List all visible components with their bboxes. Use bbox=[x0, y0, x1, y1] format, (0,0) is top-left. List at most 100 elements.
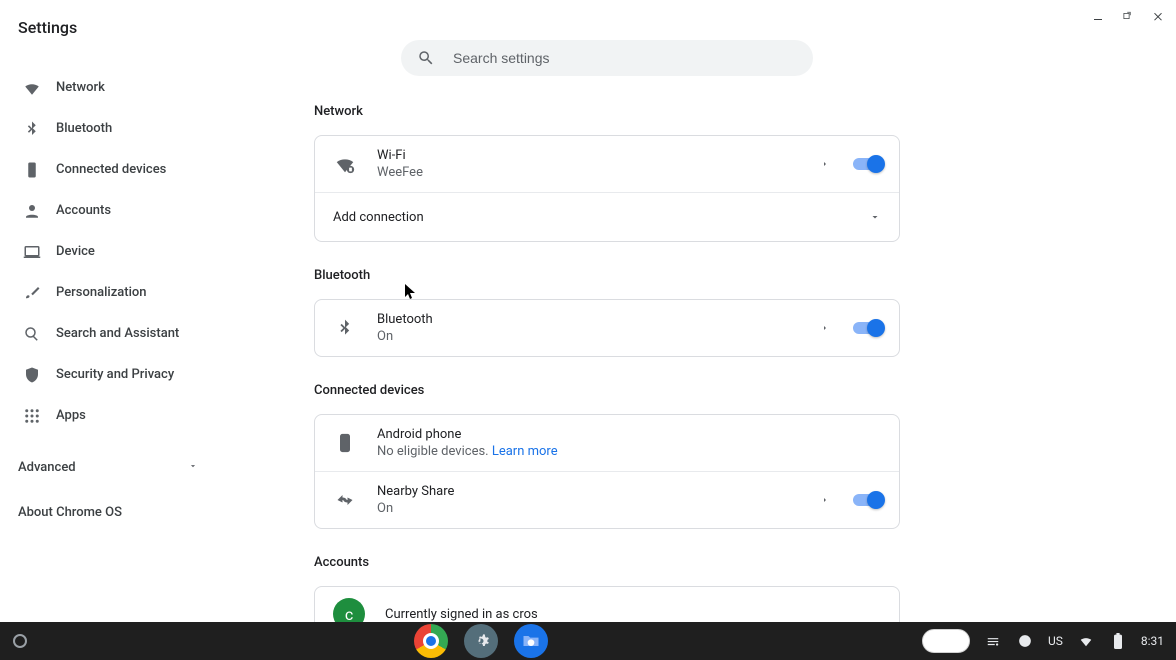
network-section: Network Wi-Fi WeeFee Add connection bbox=[314, 104, 900, 242]
connected-devices-card: Android phone No eligible devices. Learn… bbox=[314, 414, 900, 529]
launcher-button[interactable] bbox=[0, 634, 40, 648]
wifi-icon bbox=[22, 78, 42, 98]
search-icon bbox=[22, 324, 42, 344]
chevron-right-icon bbox=[821, 494, 829, 506]
advanced-label: Advanced bbox=[18, 460, 76, 475]
minimize-icon bbox=[1092, 10, 1104, 22]
sidebar-item-device[interactable]: Device bbox=[18, 231, 260, 272]
sidebar-item-label: Bluetooth bbox=[56, 121, 112, 136]
sidebar-item-personalization[interactable]: Personalization bbox=[18, 272, 260, 313]
wifi-row[interactable]: Wi-Fi WeeFee bbox=[315, 136, 899, 192]
sidebar-item-search-assistant[interactable]: Search and Assistant bbox=[18, 313, 260, 354]
nearby-share-status: On bbox=[377, 501, 821, 516]
sidebar-item-connected-devices[interactable]: Connected devices bbox=[18, 149, 260, 190]
ime-indicator[interactable]: US bbox=[1048, 634, 1063, 648]
page-title: Settings bbox=[18, 18, 260, 37]
sidebar-item-about[interactable]: About Chrome OS bbox=[18, 505, 260, 520]
bluetooth-section: Bluetooth Bluetooth On bbox=[314, 268, 900, 357]
maximize-icon bbox=[1122, 10, 1134, 22]
nearby-share-toggle[interactable] bbox=[853, 494, 881, 506]
connected-devices-section: Connected devices Android phone No eligi… bbox=[314, 383, 900, 529]
chevron-right-icon bbox=[821, 322, 829, 334]
bluetooth-row[interactable]: Bluetooth On bbox=[315, 300, 899, 356]
chevron-down-icon bbox=[188, 460, 198, 475]
shelf: US 8:31 bbox=[0, 622, 1176, 660]
bluetooth-label: Bluetooth bbox=[377, 312, 821, 327]
maximize-button[interactable] bbox=[1120, 8, 1136, 24]
bluetooth-status: On bbox=[377, 329, 821, 344]
chevron-down-icon bbox=[869, 208, 881, 227]
gear-icon bbox=[471, 631, 491, 651]
current-account-row[interactable]: c Currently signed in as cros bbox=[315, 587, 899, 622]
status-area[interactable]: US 8:31 bbox=[922, 629, 1176, 653]
nearby-share-label: Nearby Share bbox=[377, 484, 821, 499]
add-connection-row[interactable]: Add connection bbox=[315, 193, 899, 241]
sidebar-item-accounts[interactable]: Accounts bbox=[18, 190, 260, 231]
nav-list: Network Bluetooth Connected devices Acco… bbox=[18, 67, 260, 436]
android-phone-label: Android phone bbox=[377, 427, 881, 442]
main-content: Network Wi-Fi WeeFee Add connection bbox=[314, 38, 900, 622]
close-icon bbox=[1152, 10, 1164, 22]
bluetooth-icon bbox=[333, 316, 357, 340]
learn-more-link[interactable]: Learn more bbox=[492, 444, 558, 459]
sidebar-item-label: Connected devices bbox=[56, 162, 166, 177]
sidebar-item-label: Network bbox=[56, 80, 105, 95]
device-icon bbox=[22, 160, 42, 180]
add-connection-label: Add connection bbox=[333, 210, 869, 225]
status-pill[interactable] bbox=[922, 629, 970, 653]
sidebar-item-label: Search and Assistant bbox=[56, 326, 179, 341]
sidebar-item-label: Apps bbox=[56, 408, 86, 423]
minimize-button[interactable] bbox=[1090, 8, 1106, 24]
accounts-card: c Currently signed in as cros bbox=[314, 586, 900, 622]
apps-icon bbox=[22, 406, 42, 426]
sidebar-item-apps[interactable]: Apps bbox=[18, 395, 260, 436]
sidebar-item-network[interactable]: Network bbox=[18, 67, 260, 108]
sidebar-item-advanced[interactable]: Advanced bbox=[18, 460, 198, 475]
sidebar: Settings Network Bluetooth Connected dev… bbox=[0, 0, 260, 622]
close-button[interactable] bbox=[1150, 8, 1166, 24]
sidebar-item-label: Device bbox=[56, 244, 95, 259]
accounts-section: Accounts c Currently signed in as cros bbox=[314, 555, 900, 622]
section-title-network: Network bbox=[314, 104, 900, 119]
bluetooth-card: Bluetooth On bbox=[314, 299, 900, 357]
wifi-icon bbox=[333, 152, 357, 176]
folder-icon bbox=[521, 631, 541, 651]
nearby-share-icon bbox=[333, 488, 357, 512]
wifi-name: WeeFee bbox=[377, 165, 821, 180]
chevron-right-icon bbox=[821, 158, 829, 170]
bluetooth-toggle[interactable] bbox=[853, 322, 881, 334]
music-icon[interactable] bbox=[984, 634, 1002, 648]
shelf-apps bbox=[40, 624, 922, 658]
wifi-label: Wi-Fi bbox=[377, 148, 821, 163]
network-card: Wi-Fi WeeFee Add connection bbox=[314, 135, 900, 242]
window-controls-group bbox=[1090, 8, 1166, 24]
clock[interactable]: 8:31 bbox=[1141, 634, 1164, 648]
shelf-app-settings[interactable] bbox=[464, 624, 498, 658]
avatar: c bbox=[333, 598, 365, 622]
sidebar-item-label: Accounts bbox=[56, 203, 111, 218]
shield-icon bbox=[22, 365, 42, 385]
brush-icon bbox=[22, 283, 42, 303]
launcher-icon bbox=[13, 634, 27, 648]
sidebar-item-bluetooth[interactable]: Bluetooth bbox=[18, 108, 260, 149]
laptop-icon bbox=[22, 242, 42, 262]
sidebar-item-label: Personalization bbox=[56, 285, 147, 300]
android-phone-row[interactable]: Android phone No eligible devices. Learn… bbox=[315, 415, 899, 471]
nearby-share-row[interactable]: Nearby Share On bbox=[315, 472, 899, 528]
person-icon bbox=[22, 201, 42, 221]
section-title-connected: Connected devices bbox=[314, 383, 900, 398]
battery-status-icon bbox=[1109, 633, 1127, 649]
android-phone-sub: No eligible devices. Learn more bbox=[377, 444, 881, 459]
wifi-toggle[interactable] bbox=[853, 158, 881, 170]
bluetooth-icon bbox=[22, 119, 42, 139]
section-title-bluetooth: Bluetooth bbox=[314, 268, 900, 283]
signed-in-label: Currently signed in as cros bbox=[385, 607, 881, 622]
shelf-app-files[interactable] bbox=[514, 624, 548, 658]
sidebar-item-security-privacy[interactable]: Security and Privacy bbox=[18, 354, 260, 395]
phone-icon bbox=[333, 431, 357, 455]
section-title-accounts: Accounts bbox=[314, 555, 900, 570]
shelf-app-chrome[interactable] bbox=[414, 624, 448, 658]
do-not-disturb-icon[interactable] bbox=[1016, 634, 1034, 648]
sidebar-item-label: Security and Privacy bbox=[56, 367, 174, 382]
wifi-status-icon bbox=[1077, 634, 1095, 648]
